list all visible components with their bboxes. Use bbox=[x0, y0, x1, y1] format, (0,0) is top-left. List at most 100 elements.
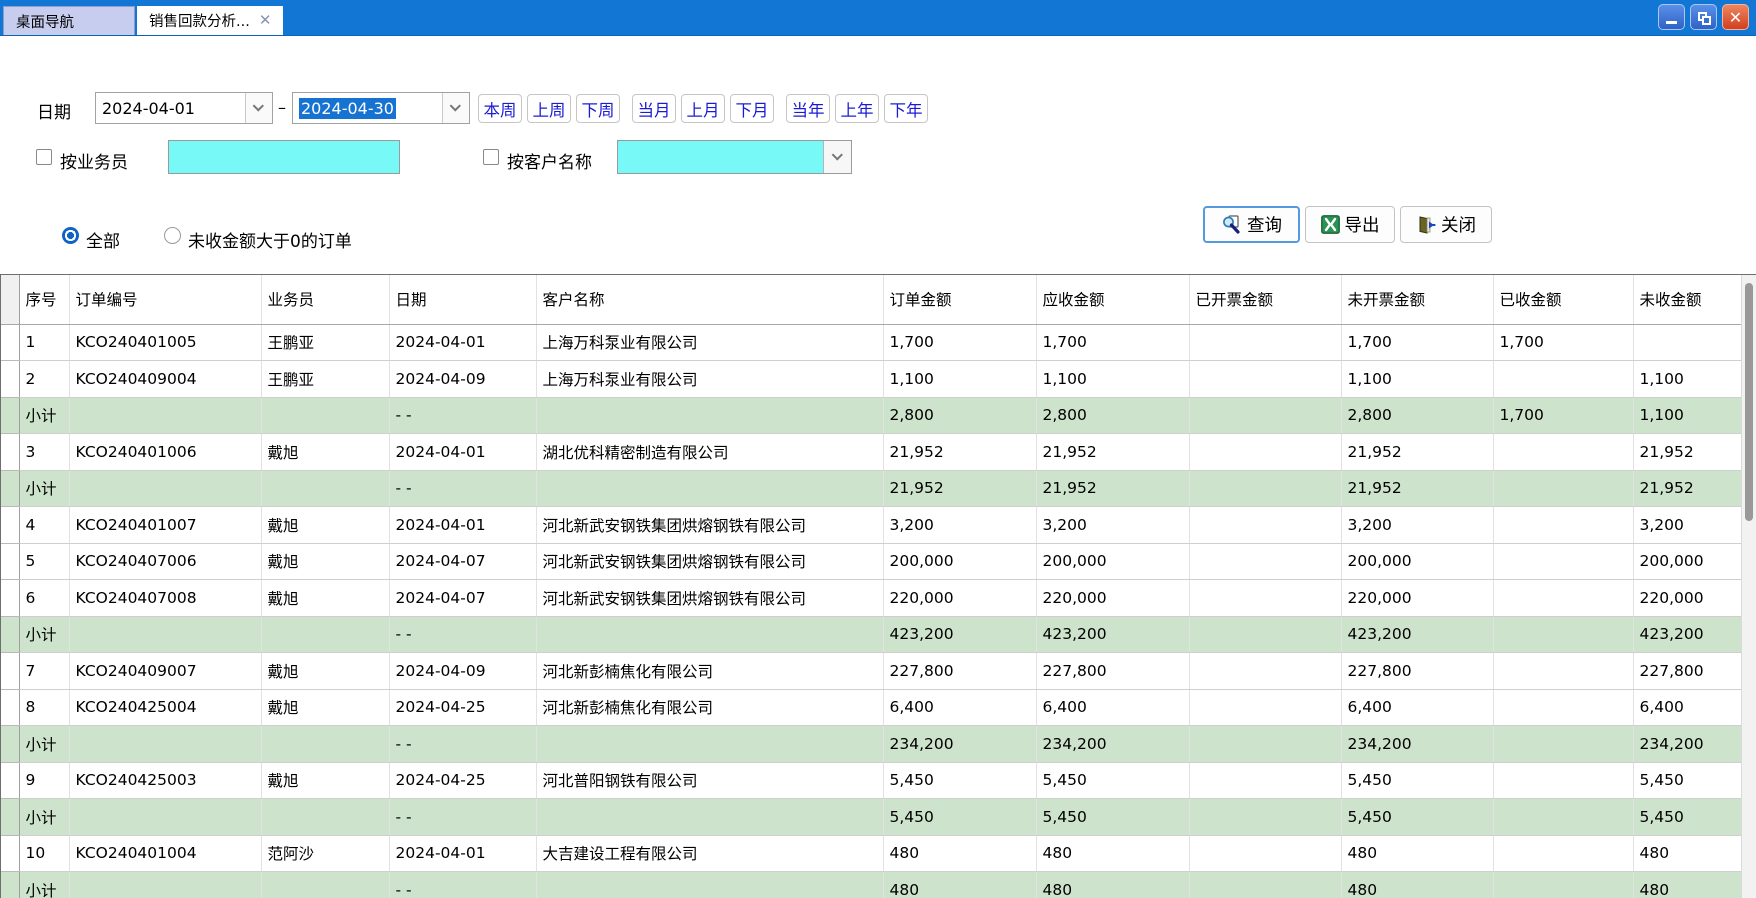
period-button-2[interactable]: 下周 bbox=[576, 94, 620, 123]
close-window-icon: ✕ bbox=[1729, 8, 1742, 27]
column-header-4[interactable]: 客户名称 bbox=[536, 275, 883, 324]
period-button-3[interactable]: 当月 bbox=[632, 94, 676, 123]
period-button-0[interactable]: 本周 bbox=[478, 94, 522, 123]
table-row[interactable]: 8KCO240425004戴旭2024-04-25河北新彭楠焦化有限公司6,40… bbox=[1, 689, 1756, 726]
cell: 21,952 bbox=[883, 434, 1036, 471]
row-selector[interactable] bbox=[1, 616, 19, 653]
column-header-0[interactable]: 序号 bbox=[19, 275, 69, 324]
row-selector[interactable] bbox=[1, 726, 19, 763]
cell: 3,200 bbox=[1036, 507, 1189, 544]
row-selector[interactable] bbox=[1, 507, 19, 544]
date-to-dropdown-button[interactable] bbox=[442, 93, 469, 123]
row-selector[interactable] bbox=[1, 324, 19, 361]
row-selector[interactable] bbox=[1, 361, 19, 398]
table-row[interactable]: 1KCO240401005王鹏亚2024-04-01上海万科泵业有限公司1,70… bbox=[1, 324, 1756, 361]
cell: 220,000 bbox=[883, 580, 1036, 617]
tab-close-icon[interactable]: ✕ bbox=[259, 13, 272, 28]
subtotal-row[interactable]: 小计- -5,4505,4505,4505,450 bbox=[1, 799, 1756, 836]
customer-dropdown-button[interactable] bbox=[823, 141, 851, 173]
by-salesman-checkbox[interactable] bbox=[36, 149, 52, 165]
row-selector[interactable] bbox=[1, 470, 19, 507]
cell bbox=[1493, 726, 1633, 763]
cell: KCO240401006 bbox=[69, 434, 261, 471]
table-row[interactable]: 10KCO240401004范阿沙2024-04-01大吉建设工程有限公司480… bbox=[1, 835, 1756, 872]
period-button-1[interactable]: 上周 bbox=[527, 94, 571, 123]
cell: 21,952 bbox=[1341, 470, 1493, 507]
cell: 上海万科泵业有限公司 bbox=[536, 324, 883, 361]
cell: KCO240401007 bbox=[69, 507, 261, 544]
subtotal-row[interactable]: 小计- -423,200423,200423,200423,200 bbox=[1, 616, 1756, 653]
row-selector[interactable] bbox=[1, 653, 19, 690]
cell: 21,952 bbox=[883, 470, 1036, 507]
cell bbox=[1493, 361, 1633, 398]
query-button[interactable]: 查询 bbox=[1203, 206, 1300, 243]
subtotal-row[interactable]: 小计- -2,8002,8002,8001,7001,100 bbox=[1, 397, 1756, 434]
table-row[interactable]: 7KCO240409007戴旭2024-04-09河北新彭楠焦化有限公司227,… bbox=[1, 653, 1756, 690]
cell bbox=[69, 872, 261, 898]
cell: 戴旭 bbox=[261, 653, 389, 690]
row-selector[interactable] bbox=[1, 762, 19, 799]
customer-combobox[interactable] bbox=[617, 140, 852, 174]
row-selector[interactable] bbox=[1, 434, 19, 471]
table-row[interactable]: 3KCO240401006戴旭2024-04-01湖北优科精密制造有限公司21,… bbox=[1, 434, 1756, 471]
subtotal-row[interactable]: 小计- -480480480480 bbox=[1, 872, 1756, 898]
close-window-button[interactable]: ✕ bbox=[1722, 4, 1749, 30]
table-row[interactable]: 9KCO240425003戴旭2024-04-25河北普阳钢铁有限公司5,450… bbox=[1, 762, 1756, 799]
row-selector[interactable] bbox=[1, 689, 19, 726]
period-button-8[interactable]: 下年 bbox=[884, 94, 928, 123]
cell: 5,450 bbox=[1633, 799, 1756, 836]
row-selector[interactable] bbox=[1, 835, 19, 872]
row-selector[interactable] bbox=[1, 543, 19, 580]
cell: 3,200 bbox=[1341, 507, 1493, 544]
period-button-7[interactable]: 上年 bbox=[835, 94, 879, 123]
row-selector[interactable] bbox=[1, 872, 19, 898]
tab-desktop-navigation[interactable]: 桌面导航 bbox=[3, 6, 135, 35]
minimize-button[interactable] bbox=[1658, 4, 1685, 30]
column-header-5[interactable]: 订单金额 bbox=[883, 275, 1036, 324]
row-selector-header[interactable] bbox=[1, 275, 19, 324]
cell: 21,952 bbox=[1633, 470, 1756, 507]
cell: 480 bbox=[1036, 872, 1189, 898]
period-button-5[interactable]: 下月 bbox=[730, 94, 774, 123]
by-customer-checkbox[interactable] bbox=[483, 149, 499, 165]
period-button-4[interactable]: 上月 bbox=[681, 94, 725, 123]
cell bbox=[1493, 616, 1633, 653]
cell bbox=[536, 872, 883, 898]
column-header-3[interactable]: 日期 bbox=[389, 275, 536, 324]
tab-sales-payment-analysis[interactable]: 销售回款分析... ✕ bbox=[137, 6, 283, 35]
date-from-dropdown-button[interactable] bbox=[245, 93, 272, 123]
row-selector[interactable] bbox=[1, 799, 19, 836]
subtotal-row[interactable]: 小计- -21,95221,95221,95221,952 bbox=[1, 470, 1756, 507]
vertical-scrollbar[interactable] bbox=[1741, 275, 1756, 898]
scope-unpaid-radio[interactable] bbox=[164, 227, 181, 244]
salesman-input[interactable] bbox=[168, 140, 400, 174]
restore-button[interactable] bbox=[1690, 4, 1717, 30]
table-row[interactable]: 4KCO240401007戴旭2024-04-01河北新武安钢铁集团烘熔钢铁有限… bbox=[1, 507, 1756, 544]
table-row[interactable]: 5KCO240407006戴旭2024-04-07河北新武安钢铁集团烘熔钢铁有限… bbox=[1, 543, 1756, 580]
column-header-2[interactable]: 业务员 bbox=[261, 275, 389, 324]
table-row[interactable]: 2KCO240409004王鹏亚2024-04-09上海万科泵业有限公司1,10… bbox=[1, 361, 1756, 398]
close-view-button[interactable]: 关闭 bbox=[1400, 206, 1492, 243]
date-from-combobox[interactable]: 2024-04-01 bbox=[95, 92, 273, 124]
column-header-7[interactable]: 已开票金额 bbox=[1189, 275, 1341, 324]
column-header-10[interactable]: 未收金额 bbox=[1633, 275, 1756, 324]
cell: 5 bbox=[19, 543, 69, 580]
scrollbar-thumb[interactable] bbox=[1745, 283, 1753, 521]
date-to-combobox[interactable]: 2024-04-30 bbox=[292, 92, 470, 124]
column-header-1[interactable]: 订单编号 bbox=[69, 275, 261, 324]
period-button-6[interactable]: 当年 bbox=[786, 94, 830, 123]
cell: 423,200 bbox=[883, 616, 1036, 653]
column-header-8[interactable]: 未开票金额 bbox=[1341, 275, 1493, 324]
column-header-6[interactable]: 应收金额 bbox=[1036, 275, 1189, 324]
row-selector[interactable] bbox=[1, 580, 19, 617]
scope-all-radio[interactable] bbox=[62, 227, 79, 244]
subtotal-row[interactable]: 小计- -234,200234,200234,200234,200 bbox=[1, 726, 1756, 763]
row-selector[interactable] bbox=[1, 397, 19, 434]
cell bbox=[1493, 762, 1633, 799]
column-header-9[interactable]: 已收金额 bbox=[1493, 275, 1633, 324]
cell bbox=[1189, 361, 1341, 398]
table-row[interactable]: 6KCO240407008戴旭2024-04-07河北新武安钢铁集团烘熔钢铁有限… bbox=[1, 580, 1756, 617]
cell: 小计 bbox=[19, 726, 69, 763]
export-button[interactable]: 导出 bbox=[1305, 206, 1395, 243]
cell: KCO240425003 bbox=[69, 762, 261, 799]
